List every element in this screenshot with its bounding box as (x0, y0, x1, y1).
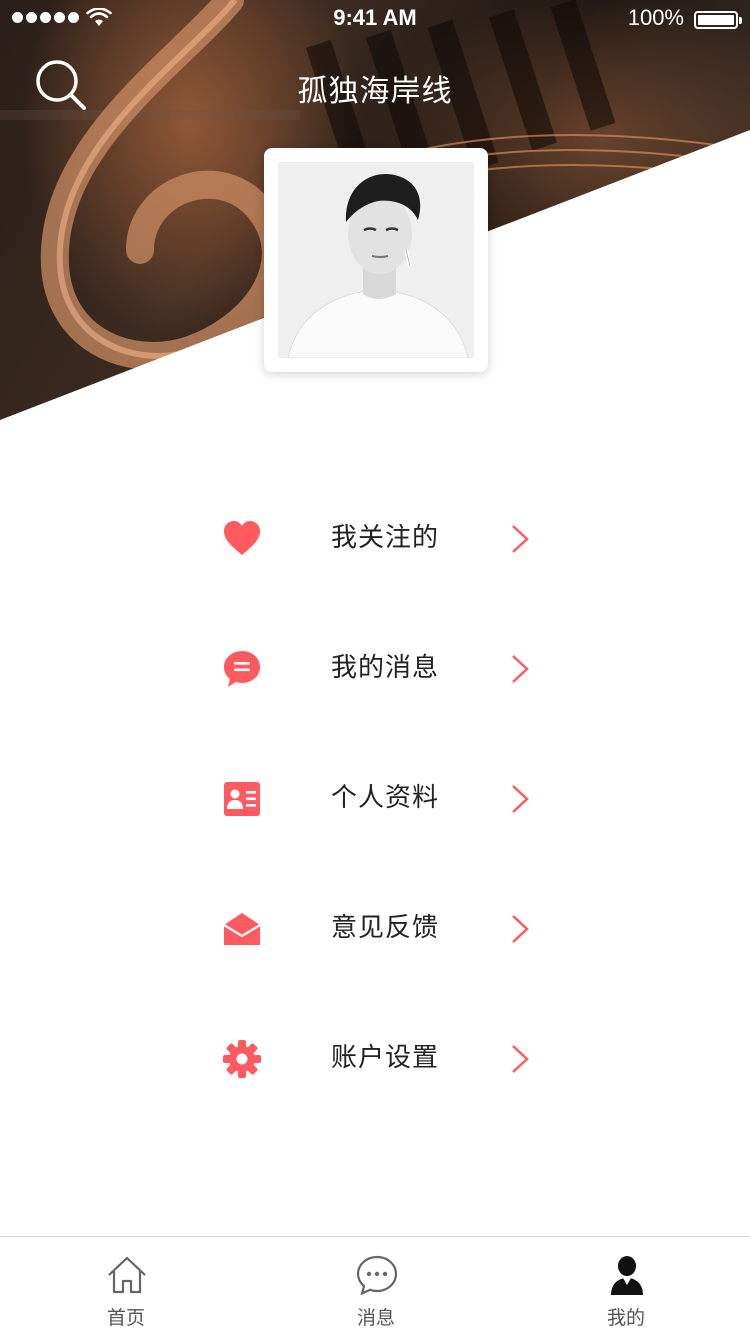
message-bubble-icon (224, 651, 260, 687)
menu-item-account-settings[interactable]: 账户设置 (210, 994, 550, 1124)
avatar-photo (278, 162, 474, 358)
chat-icon (356, 1255, 398, 1295)
chevron-right-icon (512, 655, 529, 683)
status-bar: 9:41 AM 100% (0, 0, 750, 40)
tab-home[interactable]: 首页 (66, 1237, 186, 1335)
menu-item-label: 我的消息 (331, 653, 440, 683)
menu-item-profile[interactable]: 个人资料 (210, 734, 550, 864)
tab-label: 首页 (106, 1307, 145, 1329)
menu-item-label: 账户设置 (331, 1043, 440, 1073)
menu-item-label: 我关注的 (331, 523, 440, 553)
menu-item-following[interactable]: 我关注的 (210, 474, 550, 604)
page-title: 孤独海岸线 (297, 74, 453, 109)
menu-item-label: 个人资料 (331, 783, 440, 813)
tab-label: 消息 (356, 1307, 395, 1329)
user-icon (611, 1256, 643, 1295)
tab-me[interactable]: 我的 (566, 1237, 686, 1335)
battery-percentage: 100% (627, 5, 684, 30)
menu-item-label: 意见反馈 (331, 913, 440, 943)
chevron-right-icon (512, 1045, 529, 1073)
tab-label: 我的 (606, 1307, 645, 1329)
chevron-right-icon (512, 525, 529, 553)
tab-messages[interactable]: 消息 (316, 1237, 436, 1335)
battery-icon (694, 11, 742, 29)
heart-icon (224, 521, 260, 555)
chevron-right-icon (512, 915, 529, 943)
tab-bar: 首页 消息 我的 (0, 1236, 750, 1335)
gear-icon (223, 1040, 261, 1078)
menu-item-messages[interactable]: 我的消息 (210, 604, 550, 734)
id-card-icon (224, 782, 260, 816)
chevron-right-icon (512, 785, 529, 813)
avatar[interactable] (264, 148, 488, 372)
open-envelope-icon (223, 913, 261, 945)
menu-item-feedback[interactable]: 意见反馈 (210, 864, 550, 994)
home-icon (108, 1256, 146, 1294)
